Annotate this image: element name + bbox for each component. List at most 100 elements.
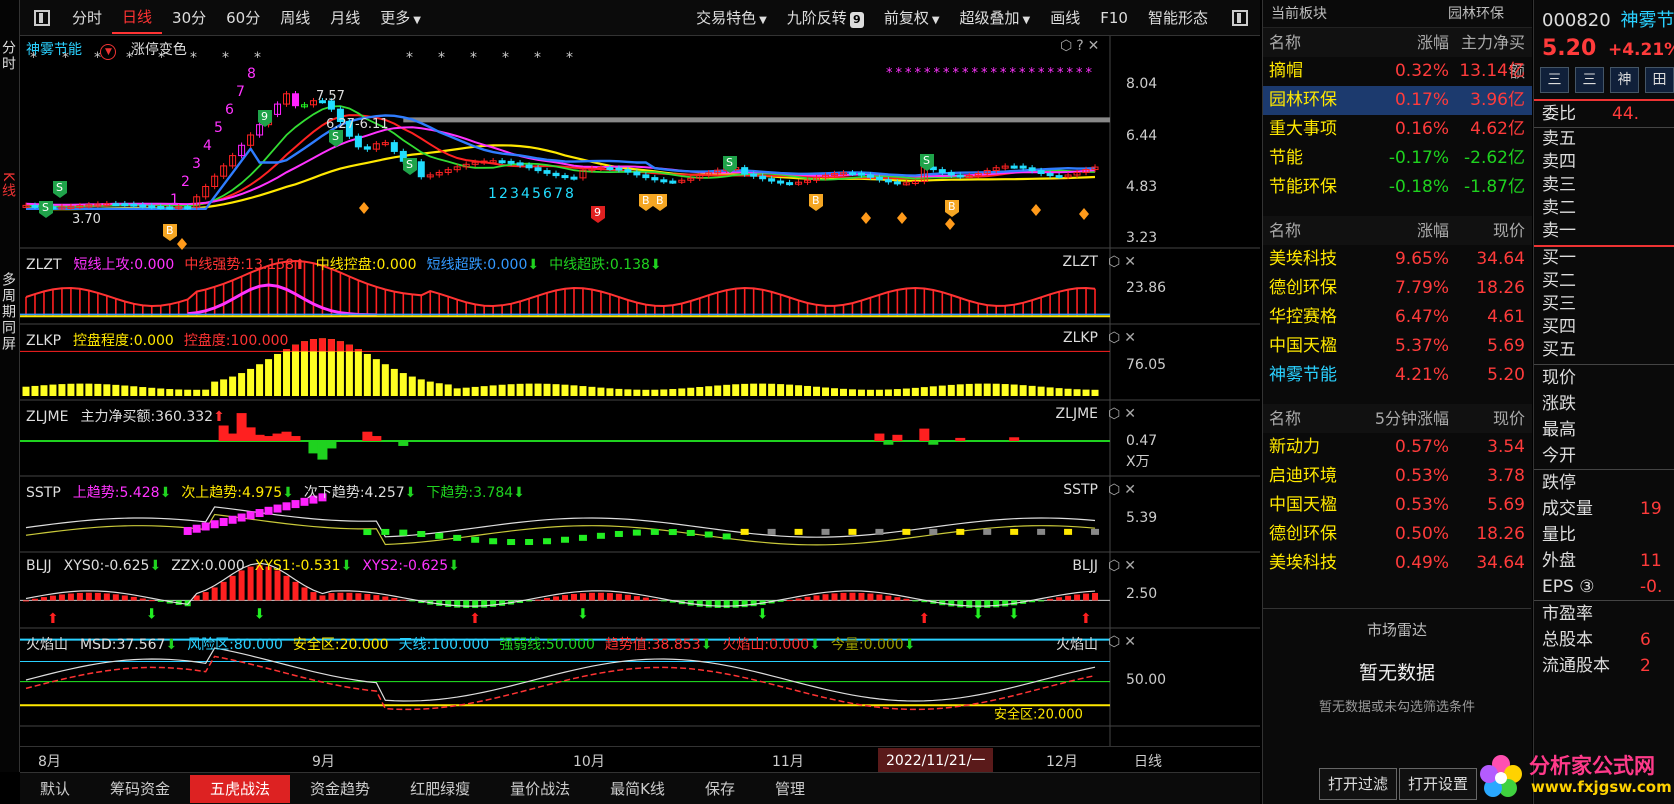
indicator-name[interactable]: ZLJME [26, 409, 68, 425]
stat-label: 量比 [1542, 525, 1576, 545]
settings-icon[interactable]: ⬡ [1108, 634, 1124, 650]
close-icon[interactable]: ✕ [1124, 330, 1140, 346]
table-row[interactable]: 神雾节能 4.21% 5.20 [1263, 361, 1532, 390]
dropdown-icon[interactable]: ▼ [100, 44, 117, 60]
main-stock-name[interactable]: 神雾节能 [26, 42, 82, 58]
stock-name-cell: 华控赛格 [1269, 307, 1337, 327]
panel-controls[interactable]: ⬡✕ [1108, 558, 1140, 574]
table-row[interactable]: 新动力 0.57% 3.54 [1263, 433, 1532, 462]
shen-button[interactable]: 神 [1610, 67, 1639, 93]
tab-default[interactable]: 默认 [20, 775, 90, 803]
indicator-name[interactable]: ZLKP [26, 333, 61, 349]
period-30min[interactable]: 30分 [162, 7, 216, 28]
adjust-menu[interactable]: 前复权 ▼ [874, 7, 950, 28]
close-icon[interactable]: ✕ [1088, 38, 1104, 54]
nine-reversal-button[interactable]: 九阶反转 9 [777, 7, 874, 28]
panel-controls[interactable]: ⬡✕ [1108, 482, 1140, 498]
period-daily[interactable]: 日线 [112, 2, 163, 34]
table-row[interactable]: 重大事项 0.16% 4.62亿 [1263, 115, 1532, 144]
close-icon[interactable]: ✕ [1124, 254, 1140, 270]
tab-simple-kline[interactable]: 最简K线 [590, 775, 685, 803]
settings-icon[interactable]: ⬡ [1108, 558, 1124, 574]
bljj-bar [885, 595, 892, 601]
diamond-marker [1031, 204, 1041, 216]
period-60min[interactable]: 60分 [216, 7, 270, 28]
current-sector-name[interactable]: 园林环保 [1448, 0, 1504, 27]
draw-line-button[interactable]: 画线 [1040, 7, 1090, 28]
smart-pattern-button[interactable]: 智能形态 [1138, 7, 1218, 28]
table-row[interactable]: 启迪环境 0.53% 3.78 [1263, 462, 1532, 491]
panel-toggle-icon[interactable] [34, 9, 50, 26]
candle-body [606, 167, 614, 171]
table-row[interactable]: 德创环保 7.79% 18.26 [1263, 274, 1532, 303]
bljj-bar [562, 595, 568, 601]
bljj-bar [23, 600, 29, 602]
tab-fund-trend[interactable]: 资金趋势 [290, 775, 390, 803]
panel-controls[interactable]: ⬡✕ [1108, 406, 1140, 422]
period-fenshi[interactable]: 分时 [62, 7, 112, 28]
table-row[interactable]: 园林环保 0.17% 3.96亿 [1263, 86, 1532, 115]
table-row[interactable]: 美埃科技 0.49% 34.64 [1263, 549, 1532, 578]
candle-body [633, 171, 641, 176]
sidebar-toggle-icon[interactable] [1232, 9, 1248, 26]
bljj-bar [876, 594, 883, 601]
zlzt-magenta-line [187, 283, 377, 317]
settings-icon[interactable]: ⬡ [1108, 330, 1124, 346]
table-row[interactable]: 美埃科技 9.65% 34.64 [1263, 245, 1532, 274]
tab-save[interactable]: 保存 [685, 775, 755, 803]
indicator-value-text: 天线:100.000 [398, 637, 490, 653]
indicator-name[interactable]: BLJJ [26, 558, 52, 574]
period-weekly[interactable]: 周线 [270, 7, 320, 28]
close-icon[interactable]: ✕ [1124, 406, 1140, 422]
f10-button[interactable]: F10 [1090, 9, 1138, 27]
help-icon[interactable]: ? [1076, 38, 1087, 54]
tab-volume-price[interactable]: 量价战法 [490, 775, 590, 803]
open-filter-button[interactable]: 打开过滤 [1319, 768, 1398, 800]
settings-icon[interactable]: ⬡ [1060, 38, 1076, 54]
zlkp-bar [507, 384, 515, 396]
table-row[interactable]: 德创环保 0.50% 18.26 [1263, 520, 1532, 549]
close-icon[interactable]: ✕ [1124, 634, 1140, 650]
close-icon[interactable]: ✕ [1124, 558, 1140, 574]
chart-area[interactable]: * * * * * * * * * * * * * * * * * * * * * * * * * * * * * * * * * * * * 1 2 3 4… [20, 36, 1260, 746]
table-row[interactable]: 中国天楹 0.53% 5.69 [1263, 491, 1532, 520]
zlkp-bar [139, 387, 147, 396]
tab-five-tigers[interactable]: 五虎战法 [190, 774, 291, 803]
count-up-label: 3 [192, 156, 201, 172]
list-view-icon[interactable]: 三 [1540, 67, 1569, 93]
tab-manage[interactable]: 管理 [755, 775, 825, 803]
table-row[interactable]: 摘帽 0.32% 13.14亿 [1263, 57, 1532, 86]
settings-icon[interactable]: ⬡ [1108, 482, 1124, 498]
view-kline[interactable]: K线 [0, 172, 20, 199]
bljj-bar [49, 595, 56, 601]
bljj-bar [121, 595, 128, 601]
field-button[interactable]: 田 [1645, 67, 1674, 93]
zlkp-bar [148, 387, 156, 396]
tab-red-green[interactable]: 红肥绿瘦 [390, 775, 490, 803]
table-row[interactable]: 中国天楹 5.37% 5.69 [1263, 332, 1532, 361]
table-row[interactable]: 节能环保 -0.18% -1.87亿 [1263, 173, 1532, 202]
panel-controls[interactable]: ⬡✕ [1108, 254, 1140, 270]
view-fenshi[interactable]: 分时 [0, 40, 20, 72]
table-row[interactable]: 节能 -0.17% -2.62亿 [1263, 144, 1532, 173]
close-icon[interactable]: ✕ [1124, 482, 1140, 498]
indicator-name[interactable]: ZLZT [26, 257, 62, 273]
trade-feature-menu[interactable]: 交易特色 ▼ [686, 7, 777, 28]
view-multi-period[interactable]: 多周期同屏 [0, 272, 20, 352]
tab-chip-funds[interactable]: 筹码资金 [90, 775, 190, 803]
table-row[interactable]: 华控赛格 6.47% 4.61 [1263, 303, 1532, 332]
settings-icon[interactable]: ⬡ [1108, 254, 1124, 270]
panel-controls[interactable]: ⬡✕ [1108, 330, 1140, 346]
indicator-name[interactable]: 火焰山 [26, 637, 68, 653]
more-menu[interactable]: 更多 ▼ [370, 7, 431, 28]
indicator-name[interactable]: SSTP [26, 485, 61, 501]
period-monthly[interactable]: 月线 [320, 7, 370, 28]
settings-icon[interactable]: ⬡ [1108, 406, 1124, 422]
indicator-tick-label: 0.47 [1126, 433, 1158, 449]
zlkp-bar [570, 385, 578, 396]
main-panel-controls[interactable]: ⬡?✕ [1060, 38, 1103, 54]
panel-controls[interactable]: ⬡✕ [1108, 634, 1140, 650]
overlay-menu[interactable]: 超级叠加 ▼ [950, 7, 1041, 28]
indicator-value-text: MSD:37.567 [80, 637, 166, 653]
list-view-icon[interactable]: 三 [1575, 67, 1604, 93]
